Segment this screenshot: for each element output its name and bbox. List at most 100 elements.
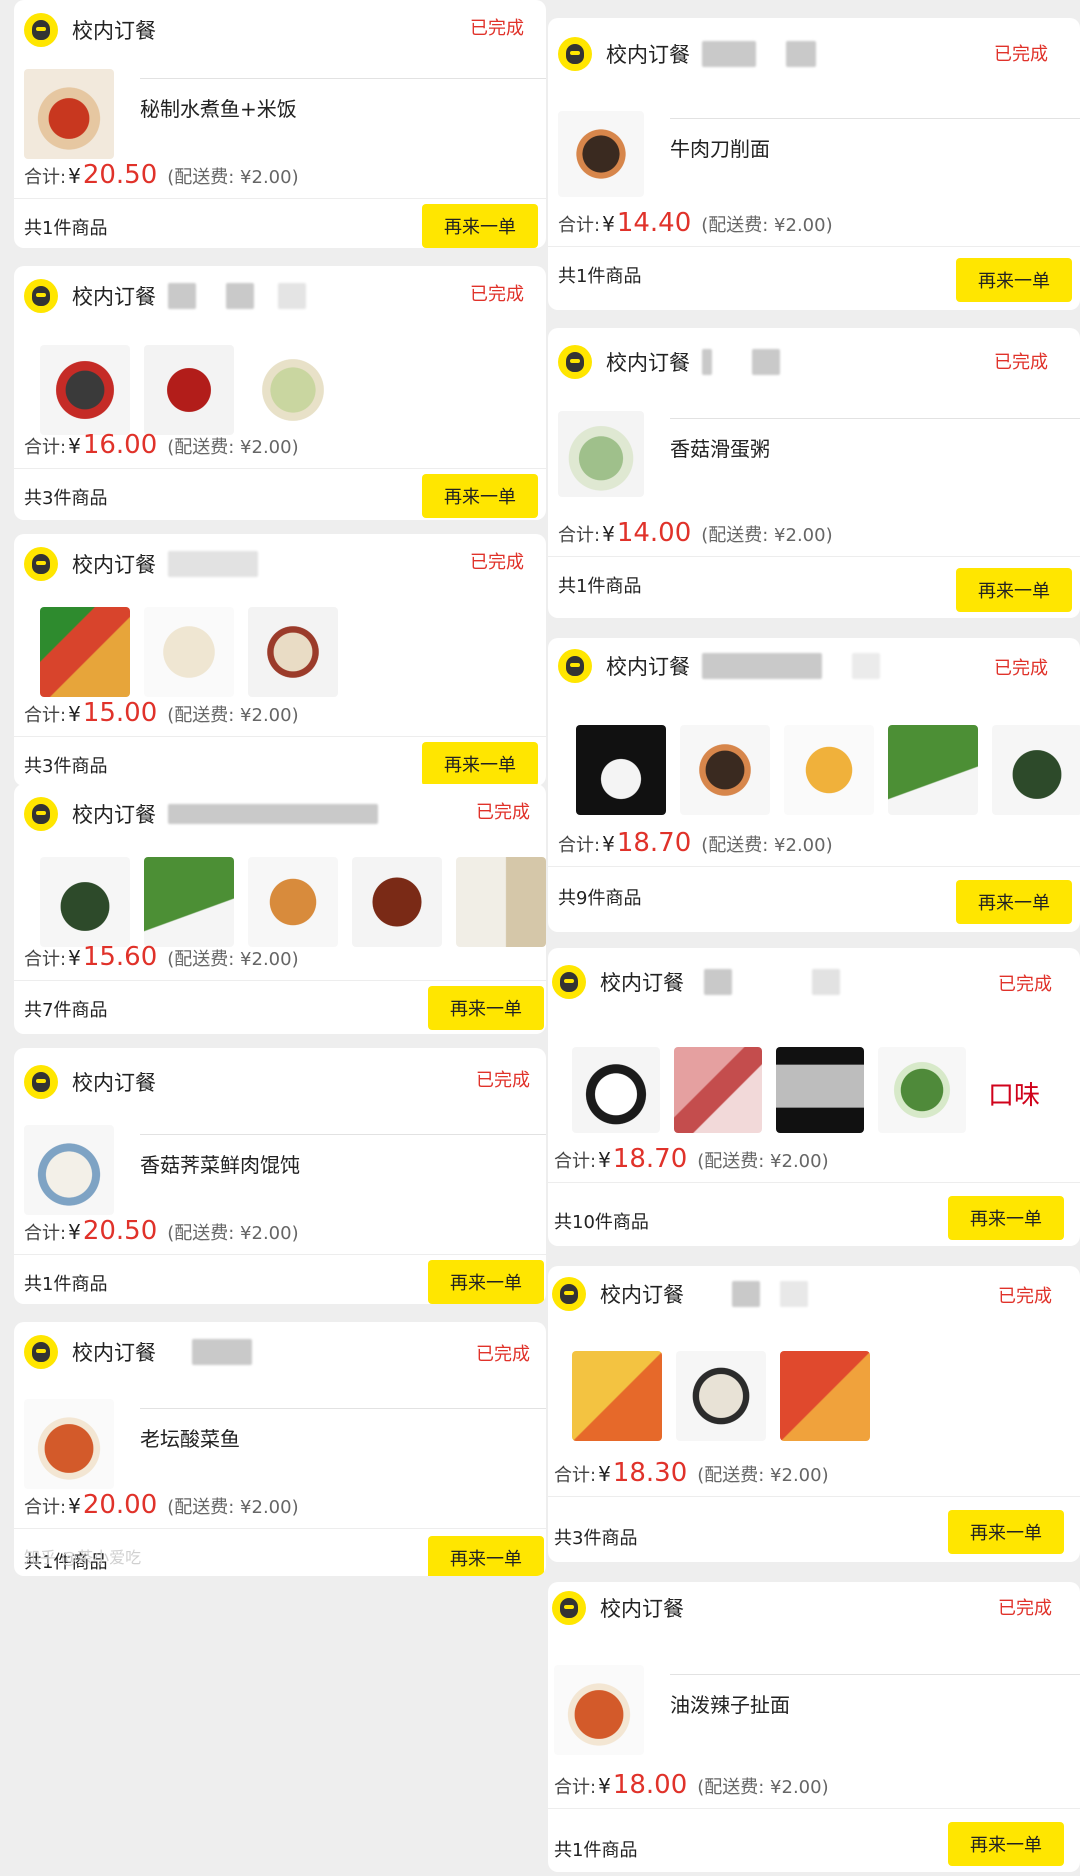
order-total: 合计: ¥ 18.70 (配送费: ¥2.00) [558,828,833,858]
delivery-fee: (配送费: ¥2.00) [167,437,299,458]
order-card[interactable]: 校内订餐 已完成 合计: ¥ 15.00 (配送费: ¥2.00) 共3件商品 … [14,534,546,786]
shop-header[interactable]: 校内订餐 [24,794,378,834]
order-total: 合计: ¥ 18.70 (配送费: ¥2.00) [554,1144,829,1174]
currency-symbol: ¥ [602,832,615,856]
food-thumbnail [992,725,1080,815]
order-card[interactable]: 校内订餐 已完成 合计: ¥ 18.30 (配送费: ¥2.00) 共3件商品 … [548,1266,1080,1562]
order-items[interactable]: 油泼辣子扯面 [554,1662,1080,1758]
food-thumbnail [40,607,130,697]
reorder-button[interactable]: 再来一单 [948,1196,1064,1240]
item-count: 共3件商品 [554,1528,638,1549]
order-items[interactable] [40,342,546,438]
reorder-button[interactable]: 再来一单 [956,880,1072,924]
order-card[interactable]: 校内订餐 已完成 合计: ¥ 18.70 (配送费: ¥2.00) 共10件商品… [548,948,1080,1246]
order-items[interactable]: 秘制水煮鱼+米饭 [24,66,546,162]
order-card[interactable]: 校内订餐 已完成 合计: ¥ 15.60 (配送费: ¥2.00) 共7件商品 … [14,784,546,1034]
shop-header[interactable]: 校内订餐 [558,34,816,74]
order-items[interactable] [40,604,546,700]
reorder-button[interactable]: 再来一单 [422,204,538,248]
order-card[interactable]: 校内订餐 已完成 油泼辣子扯面 合计: ¥ 18.00 (配送费: ¥2.00)… [548,1582,1080,1872]
shop-header[interactable]: 校内订餐 [552,962,840,1002]
currency-symbol: ¥ [68,946,81,970]
total-amount: 14.40 [616,208,692,238]
reorder-button[interactable]: 再来一单 [956,568,1072,612]
currency-symbol: ¥ [602,212,615,236]
food-thumbnail [24,69,114,159]
food-thumbnail [144,345,234,435]
delivery-fee: (配送费: ¥2.00) [167,1497,299,1518]
currency-symbol: ¥ [68,702,81,726]
order-items[interactable]: 牛肉刀削面 [558,106,1080,202]
food-thumbnail [40,857,130,947]
order-items[interactable] [572,1348,1080,1444]
delivery-fee: (配送费: ¥2.00) [701,525,833,546]
shop-header[interactable]: 校内订餐 [558,342,780,382]
reorder-button[interactable]: 再来一单 [428,1536,544,1576]
reorder-button[interactable]: 再来一单 [428,986,544,1030]
divider [548,1808,1080,1809]
shop-name: 校内订餐 [600,1597,684,1621]
redacted-text [704,969,732,995]
reorder-button[interactable]: 再来一单 [422,742,538,786]
divider [14,468,546,469]
total-label: 合计: [24,949,67,970]
shop-header[interactable]: 校内订餐 [552,1274,808,1314]
food-thumbnail [888,725,978,815]
total-amount: 15.00 [82,698,158,728]
reorder-button[interactable]: 再来一单 [422,474,538,518]
item-name: 牛肉刀削面 [670,118,1080,162]
order-card[interactable]: 校内订餐 已完成 香菇滑蛋粥 合计: ¥ 14.00 (配送费: ¥2.00) … [548,328,1080,618]
shop-header[interactable]: 校内订餐 [558,646,880,686]
order-card[interactable]: 校内订餐 已完成 合计: ¥ 16.00 (配送费: ¥2.00) 共3件商品 … [14,266,546,520]
food-thumbnail [40,345,130,435]
shop-header[interactable]: 校内订餐 [24,1332,252,1372]
monkey-logo-icon [558,345,592,379]
monkey-logo-icon [558,37,592,71]
food-thumbnail [248,345,338,435]
total-amount: 14.00 [616,518,692,548]
monkey-logo-icon [24,279,58,313]
shop-header[interactable]: 校内订餐 [552,1588,684,1628]
reorder-button[interactable]: 再来一单 [428,1260,544,1304]
order-card[interactable]: 校内订餐 已完成 香菇荠菜鲜肉馄饨 合计: ¥ 20.50 (配送费: ¥2.0… [14,1048,546,1304]
status-badge: 已完成 [470,552,524,573]
order-card[interactable]: 校内订餐 已完成 牛肉刀削面 合计: ¥ 14.40 (配送费: ¥2.00) … [548,18,1080,310]
reorder-button[interactable]: 再来一单 [948,1510,1064,1554]
order-total: 合计: ¥ 18.30 (配送费: ¥2.00) [554,1458,829,1488]
total-label: 合计: [558,525,601,546]
food-thumbnail [558,411,644,497]
shop-header[interactable]: 校内订餐 [24,276,306,316]
shop-header[interactable]: 校内订餐 [24,544,258,584]
reorder-button[interactable]: 再来一单 [948,1822,1064,1866]
order-items[interactable]: 老坛酸菜鱼 [24,1396,546,1492]
total-label: 合计: [558,835,601,856]
total-amount: 16.00 [82,430,158,460]
order-total: 合计: ¥ 15.60 (配送费: ¥2.00) [24,942,299,972]
reorder-button[interactable]: 再来一单 [956,258,1072,302]
order-items[interactable]: 香菇滑蛋粥 [558,406,1080,502]
shop-header[interactable]: 校内订餐 [24,10,156,50]
order-card[interactable]: 校内订餐 已完成 老坛酸菜鱼 合计: ¥ 20.00 (配送费: ¥2.00) … [14,1322,546,1576]
total-label: 合计: [24,437,67,458]
delivery-fee: (配送费: ¥2.00) [167,1223,299,1244]
status-badge: 已完成 [476,1344,530,1365]
shop-header[interactable]: 校内订餐 [24,1062,156,1102]
order-items[interactable] [40,854,546,950]
order-items[interactable] [576,722,1080,818]
redacted-text [226,283,254,309]
shop-name: 校内订餐 [600,1283,684,1307]
order-items[interactable] [572,1042,1080,1138]
order-card[interactable]: 校内订餐 已完成 秘制水煮鱼+米饭 合计: ¥ 20.50 (配送费: ¥2.0… [14,0,546,248]
monkey-logo-icon [558,649,592,683]
food-thumbnail [676,1351,766,1441]
currency-symbol: ¥ [68,434,81,458]
order-total: 合计: ¥ 20.50 (配送费: ¥2.00) [24,1216,299,1246]
order-items[interactable]: 香菇荠菜鲜肉馄饨 [24,1122,546,1218]
total-amount: 20.50 [82,1216,158,1246]
food-thumbnail [776,1047,864,1133]
divider [548,1496,1080,1497]
order-card[interactable]: 校内订餐 已完成 合计: ¥ 18.70 (配送费: ¥2.00) 共9件商品 … [548,638,1080,932]
food-thumbnail [576,725,666,815]
shop-name: 校内订餐 [606,351,690,375]
redacted-text [168,551,258,577]
